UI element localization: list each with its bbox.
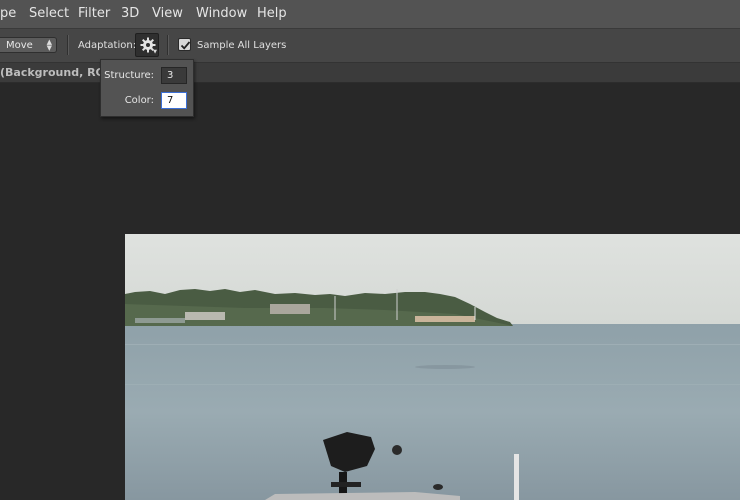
menu-3d[interactable]: 3D: [121, 6, 139, 21]
sample-all-layers-label[interactable]: Sample All Layers: [197, 40, 286, 51]
structure-input[interactable]: 3: [161, 67, 187, 84]
color-label: Color:: [124, 95, 154, 106]
options-divider: [167, 35, 169, 55]
sample-all-layers-checkbox[interactable]: [178, 38, 191, 51]
adaptation-popup: Structure: 3 Color: 7: [100, 59, 194, 117]
dropdown-caret-icon: ▼: [153, 49, 157, 55]
mode-select-value: Move: [6, 40, 33, 51]
updown-arrows-icon: ▲ ▼: [46, 38, 52, 52]
structure-label: Structure:: [104, 70, 154, 81]
menu-window[interactable]: Window: [196, 6, 247, 21]
menu-filter[interactable]: Filter: [78, 6, 110, 21]
canvas-image: [125, 234, 740, 500]
checkmark-icon: [180, 41, 191, 50]
mode-select[interactable]: Move ▲ ▼: [0, 37, 57, 53]
menu-view[interactable]: View: [152, 6, 183, 21]
menu-bar: pe Select Filter 3D View Window Help: [0, 0, 740, 29]
options-divider: [67, 35, 69, 55]
options-bar: Move ▲ ▼ Adaptation: ▼ Sample All Layers: [0, 29, 740, 63]
menu-select[interactable]: Select: [29, 6, 69, 21]
adaptation-settings-button[interactable]: ▼: [135, 33, 159, 57]
menu-help[interactable]: Help: [257, 6, 287, 21]
menu-type[interactable]: pe: [0, 6, 16, 21]
adaptation-label: Adaptation:: [78, 40, 137, 51]
harbor-photo: [125, 234, 740, 500]
color-input[interactable]: 7: [161, 92, 187, 109]
